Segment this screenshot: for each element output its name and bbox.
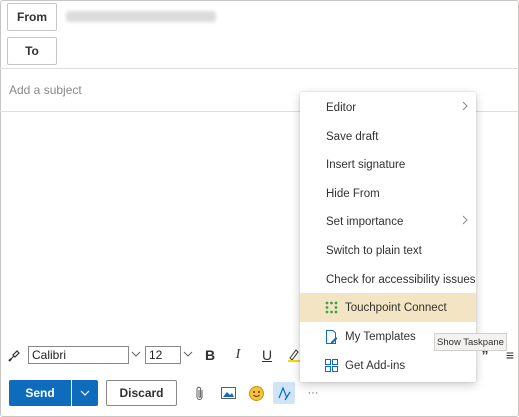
menu-item-label: Insert signature [326,158,406,171]
chevron-down-icon[interactable] [130,348,142,360]
discard-button[interactable]: Discard [106,380,177,406]
templates-icon [325,330,338,344]
underline-button[interactable]: U [258,346,276,364]
font-size-select[interactable]: 12 [145,346,181,364]
emoji-icon[interactable] [245,382,267,404]
font-name-select[interactable]: Calibri [28,346,129,364]
from-button[interactable]: From [7,3,57,31]
insert-picture-icon[interactable] [217,382,239,404]
chevron-down-icon[interactable] [182,348,194,360]
format-painter-icon[interactable] [6,346,24,364]
attach-icon[interactable] [189,382,211,404]
send-button[interactable]: Send [9,380,71,406]
menu-item-label: Get Add-ins [345,359,406,372]
menu-item-label: Editor [326,101,357,114]
menu-item-label: My Templates [345,330,416,343]
menu-item-label: Touchpoint Connect [345,301,447,314]
menu-item-editor[interactable]: Editor [300,93,476,122]
menu-item-hide-from[interactable]: Hide From [300,179,476,208]
add-ins-icon [325,359,338,372]
menu-item-plain-text[interactable]: Switch to plain text [300,236,476,265]
menu-item-label: Save draft [326,130,379,143]
menu-item-insert-signature[interactable]: Insert signature [300,150,476,179]
menu-item-label: Hide From [326,187,380,200]
to-button[interactable]: To [7,37,57,65]
menu-item-set-importance[interactable]: Set importance [300,207,476,236]
menu-item-label: Switch to plain text [326,244,422,257]
chevron-down-icon [80,390,90,396]
editor-icon[interactable] [273,382,295,404]
touchpoint-icon [325,301,338,314]
tooltip: Show Taskpane [434,333,507,351]
menu-item-touchpoint-connect[interactable]: Touchpoint Connect [300,293,476,322]
menu-item-accessibility[interactable]: Check for accessibility issues [300,265,476,294]
subject-input[interactable]: Add a subject [9,83,82,97]
divider [0,68,519,69]
highlight-icon[interactable] [287,346,301,364]
menu-item-get-add-ins[interactable]: Get Add-ins [300,351,476,380]
send-options-button[interactable] [72,380,98,406]
from-address [66,11,216,22]
menu-item-label: Set importance [326,215,404,228]
italic-button[interactable]: I [229,346,247,364]
chevron-right-icon [462,215,468,228]
menu-item-label: Check for accessibility issues [326,273,476,286]
bold-button[interactable]: B [201,346,219,364]
menu-item-save-draft[interactable]: Save draft [300,122,476,151]
more-options-button[interactable]: ··· [302,382,324,404]
chevron-right-icon [462,101,468,114]
